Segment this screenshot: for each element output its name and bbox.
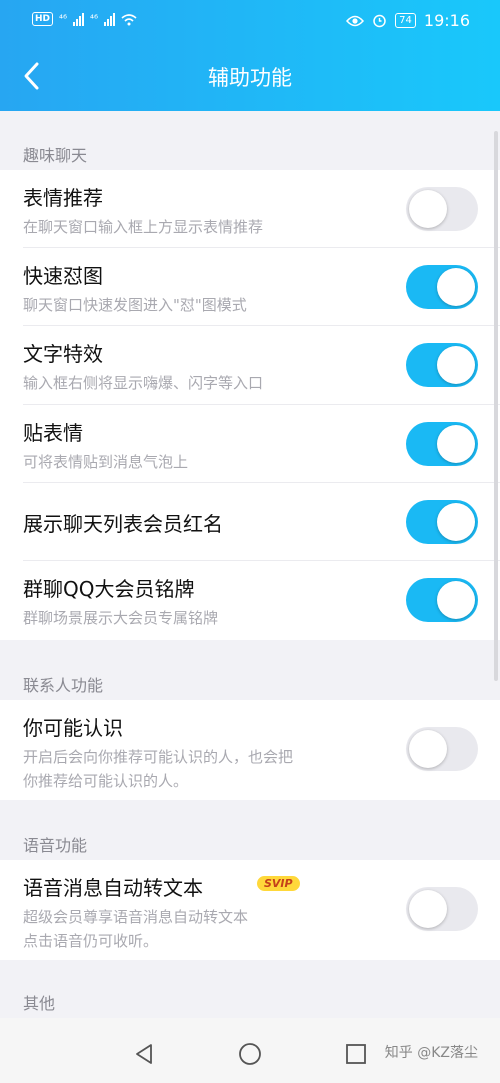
- emoji-recommend-toggle[interactable]: [406, 187, 478, 231]
- quick-image-toggle[interactable]: [406, 265, 478, 309]
- voice-to-text-toggle[interactable]: [406, 887, 478, 931]
- toggle-knob: [437, 581, 475, 619]
- group-badge-toggle[interactable]: [406, 578, 478, 622]
- section-header-fun-chat: 趣味聊天: [23, 146, 88, 165]
- setting-desc: 输入框右侧将显示嗨爆、闪字等入口: [23, 374, 264, 392]
- nav-recents-button[interactable]: [344, 1042, 368, 1066]
- setting-title: 表情推荐: [23, 186, 103, 210]
- signal-label-1: ⁴⁶: [59, 13, 68, 25]
- text-effects-toggle[interactable]: [406, 343, 478, 387]
- system-nav-bar: 知乎 @KZ落尘: [0, 1018, 500, 1083]
- signal-icon-2: [104, 12, 116, 26]
- square-recents-icon: [346, 1044, 366, 1064]
- status-time: 19:16: [423, 11, 470, 30]
- setting-title: 你可能认识: [23, 716, 123, 740]
- toggle-knob: [437, 268, 475, 306]
- setting-title: 语音消息自动转文本: [23, 876, 203, 900]
- setting-row-quick-image: 快速怼图 聊天窗口快速发图进入"怼"图模式: [0, 248, 500, 326]
- status-right: 74 19:16: [346, 11, 470, 30]
- eye-icon: [346, 15, 365, 26]
- status-bar: HD ⁴⁶ ⁴⁶ 74 19:16: [0, 0, 500, 40]
- toggle-knob: [409, 730, 447, 768]
- toggle-knob: [409, 890, 447, 928]
- contacts-card: 你可能认识 开启后会向你推荐可能认识的人，也会把 你推荐给可能认识的人。: [0, 700, 500, 800]
- setting-desc-line1: 开启后会向你推荐可能认识的人，也会把: [23, 748, 294, 766]
- section-header-contacts: 联系人功能: [23, 676, 104, 695]
- nav-back-button[interactable]: [132, 1042, 156, 1066]
- nav-home-button[interactable]: [238, 1042, 262, 1066]
- setting-title: 展示聊天列表会员红名: [23, 512, 223, 536]
- voice-card: 语音消息自动转文本 SVIP 超级会员尊享语音消息自动转文本 点击语音仍可收听。: [0, 860, 500, 960]
- toggle-knob: [437, 346, 475, 384]
- app-header: HD ⁴⁶ ⁴⁶ 74 19:16 辅助功能: [0, 0, 500, 111]
- svip-badge: SVIP: [257, 876, 300, 891]
- wifi-icon: [121, 13, 137, 25]
- setting-desc-line1: 超级会员尊享语音消息自动转文本: [23, 908, 249, 926]
- signal-icon: [73, 12, 85, 26]
- triangle-back-icon: [136, 1044, 152, 1064]
- section-header-voice: 语音功能: [23, 836, 88, 855]
- people-you-may-know-toggle[interactable]: [406, 727, 478, 771]
- watermark-text: 知乎 @KZ落尘: [384, 1045, 478, 1061]
- toggle-knob: [437, 503, 475, 541]
- setting-row-group-badge: 群聊QQ大会员铭牌 群聊场景展示大会员专属铭牌: [0, 561, 500, 640]
- setting-row-voice-to-text: 语音消息自动转文本 SVIP 超级会员尊享语音消息自动转文本 点击语音仍可收听。: [0, 860, 500, 960]
- setting-desc-line2: 点击语音仍可收听。: [23, 932, 159, 950]
- fun-chat-card: 表情推荐 在聊天窗口输入框上方显示表情推荐 快速怼图 聊天窗口快速发图进入"怼"…: [0, 170, 500, 640]
- setting-title: 群聊QQ大会员铭牌: [23, 577, 195, 601]
- setting-desc: 群聊场景展示大会员专属铭牌: [23, 609, 219, 627]
- setting-desc: 可将表情贴到消息气泡上: [23, 453, 189, 471]
- setting-title: 贴表情: [23, 421, 83, 445]
- battery-indicator: 74: [395, 13, 416, 28]
- vip-red-name-toggle[interactable]: [406, 500, 478, 544]
- scrollbar[interactable]: [494, 131, 498, 681]
- setting-desc-line2: 你推荐给可能认识的人。: [23, 772, 189, 790]
- page-title: 辅助功能: [208, 66, 292, 90]
- sticker-toggle[interactable]: [406, 422, 478, 466]
- setting-row-sticker: 贴表情 可将表情贴到消息气泡上: [0, 405, 500, 483]
- setting-desc: 在聊天窗口输入框上方显示表情推荐: [23, 218, 264, 236]
- toggle-knob: [409, 190, 447, 228]
- alarm-icon: [373, 14, 386, 28]
- setting-row-vip-red-name: 展示聊天列表会员红名: [0, 483, 500, 561]
- setting-title: 快速怼图: [23, 264, 103, 288]
- hd-indicator: HD: [32, 12, 54, 26]
- setting-row-emoji-recommend: 表情推荐 在聊天窗口输入框上方显示表情推荐: [0, 170, 500, 248]
- circle-home-icon: [239, 1043, 261, 1065]
- signal-label-2: ⁴⁶: [90, 13, 99, 25]
- setting-desc: 聊天窗口快速发图进入"怼"图模式: [23, 296, 247, 314]
- status-left: HD ⁴⁶ ⁴⁶: [32, 12, 137, 26]
- setting-title: 文字特效: [23, 342, 103, 366]
- section-header-other: 其他: [23, 994, 56, 1013]
- setting-row-text-effects: 文字特效 输入框右侧将显示嗨爆、闪字等入口: [0, 326, 500, 405]
- toggle-knob: [437, 425, 475, 463]
- setting-row-people-you-may-know: 你可能认识 开启后会向你推荐可能认识的人，也会把 你推荐给可能认识的人。: [0, 700, 500, 800]
